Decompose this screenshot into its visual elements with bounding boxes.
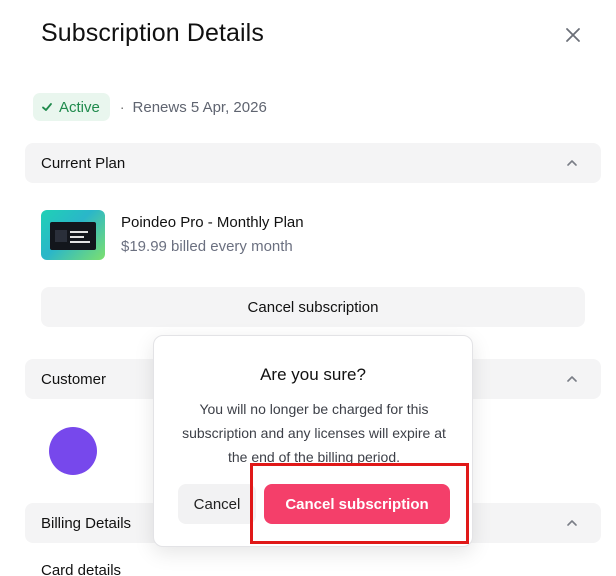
close-button[interactable] [562, 24, 584, 46]
chevron-up-icon [567, 160, 577, 166]
renewal-date: Renews 5 Apr, 2026 [132, 98, 267, 116]
avatar [49, 427, 97, 475]
card-details-label: Card details [41, 562, 122, 576]
cancel-subscription-button[interactable]: Cancel subscription [41, 287, 585, 327]
check-icon [42, 103, 52, 111]
separator-dot: · [119, 99, 125, 115]
plan-price: $19.99 billed every month [121, 238, 293, 255]
status-badge: Active [33, 93, 110, 121]
page-title: Subscription Details [41, 19, 264, 47]
dialog-title: Are you sure? [260, 365, 366, 384]
status-badge-label: Active [59, 98, 100, 116]
section-header-current-plan[interactable]: Current Plan [25, 143, 601, 183]
dialog-message: You will no longer be charged for this s… [182, 401, 446, 465]
chevron-up-icon [567, 376, 577, 382]
plan-thumbnail [41, 210, 105, 260]
section-label: Billing Details [41, 514, 132, 532]
status-row: Active · Renews 5 Apr, 2026 [33, 93, 267, 121]
dialog-cancel-button[interactable]: Cancel [178, 484, 256, 524]
close-icon [566, 28, 580, 42]
plan-name: Poindeo Pro - Monthly Plan [121, 214, 304, 231]
chevron-up-icon [567, 520, 577, 526]
section-label: Customer [41, 370, 107, 388]
dialog-confirm-cancel-subscription-button[interactable]: Cancel subscription [264, 484, 450, 524]
section-label: Current Plan [41, 154, 126, 172]
confirm-dialog: Are you sure? You will no longer be char… [153, 335, 473, 547]
